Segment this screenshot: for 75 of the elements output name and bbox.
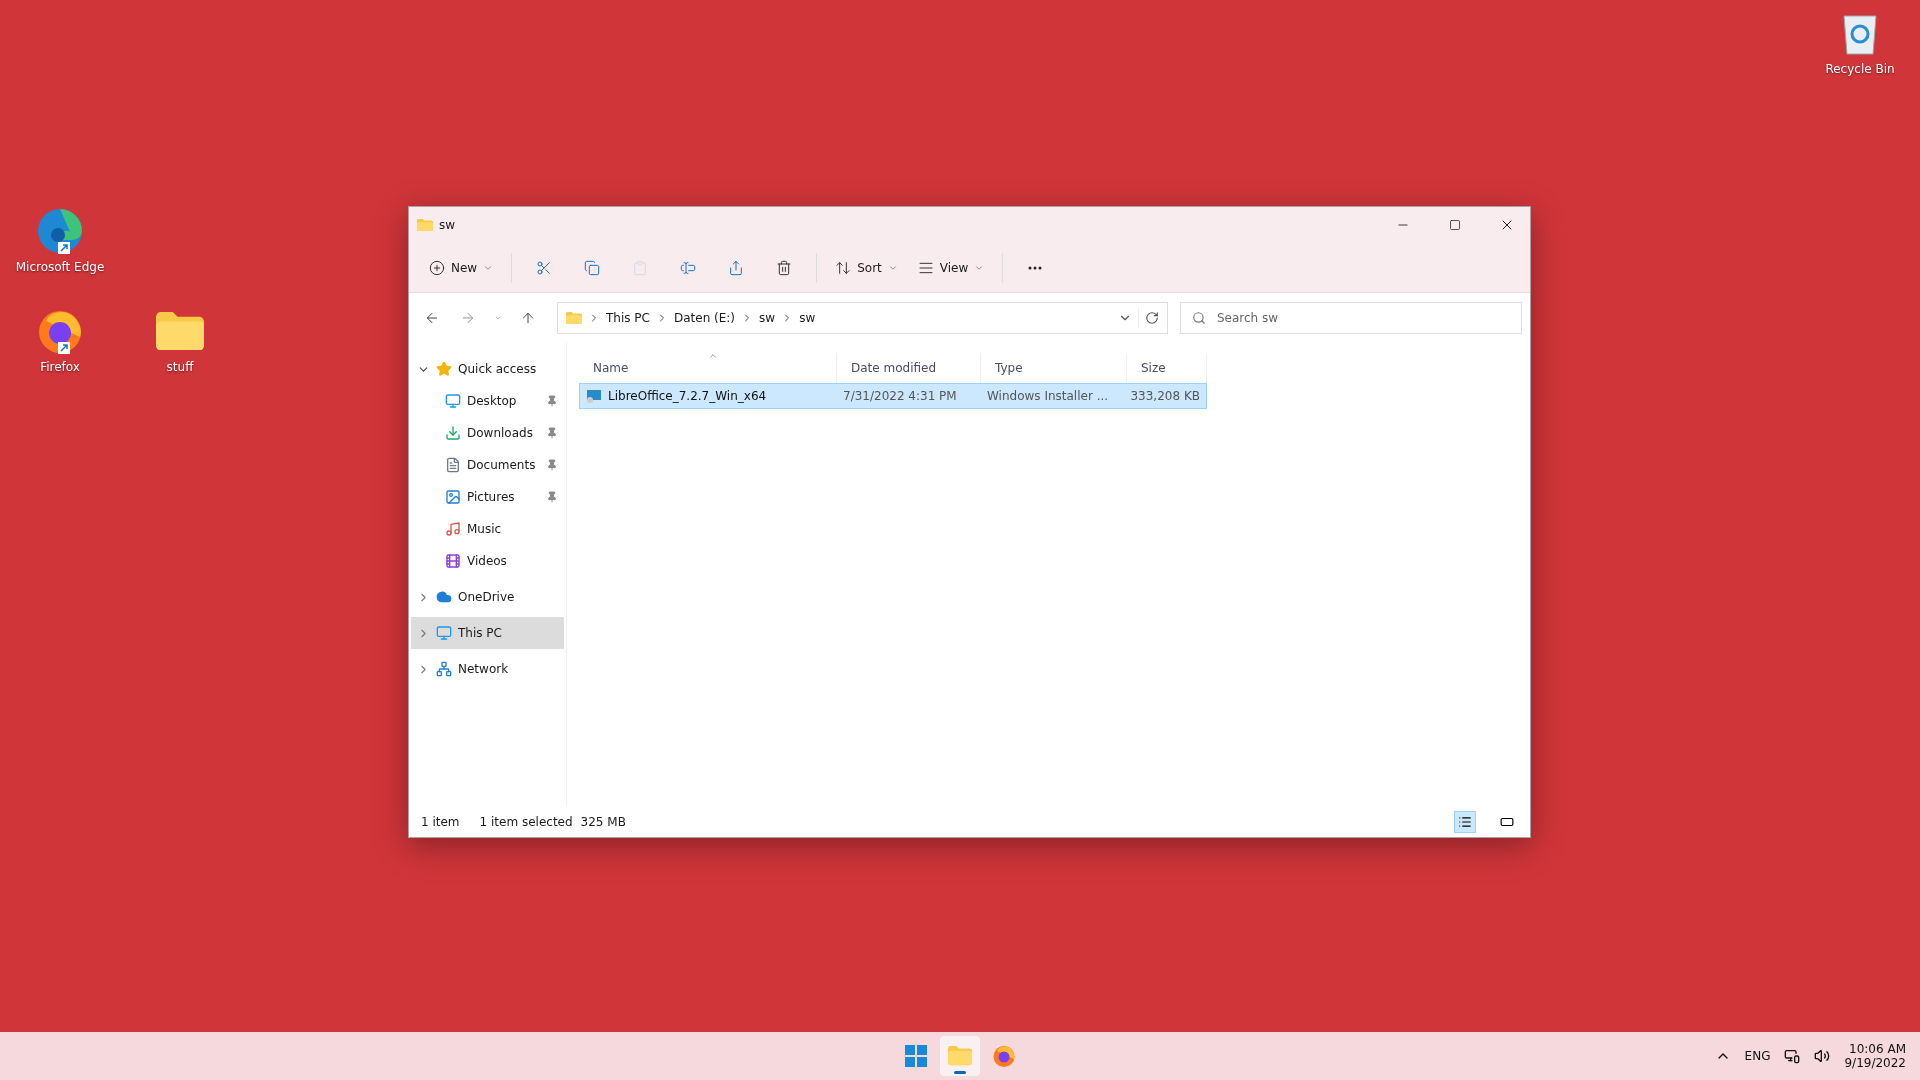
forward-arrow-icon: [460, 310, 476, 326]
firefox-logo-icon: [992, 1044, 1016, 1068]
address-bar[interactable]: This PC Daten (E:) sw sw: [557, 302, 1168, 334]
folder-icon: [566, 311, 582, 325]
table-cell: 333,208 KB: [1127, 383, 1207, 409]
windows-logo-icon: [905, 1045, 927, 1067]
clock[interactable]: 10:06 AM 9/19/2022: [1844, 1042, 1906, 1070]
picture-icon: [445, 489, 461, 505]
network-icon[interactable]: [1784, 1048, 1801, 1064]
up-arrow-icon: [520, 310, 536, 326]
sidebar-item[interactable]: Downloads: [411, 417, 564, 449]
download-icon: [445, 425, 461, 441]
folder-icon: [417, 218, 433, 232]
details-view-button[interactable]: [1454, 811, 1476, 833]
desktop-icon-label: Firefox: [40, 360, 80, 374]
film-icon: [445, 553, 461, 569]
document-icon: [445, 457, 461, 473]
file-name-cell[interactable]: LibreOffice_7.2.7_Win_x64: [579, 383, 837, 409]
rectangle-icon: [1500, 815, 1514, 829]
music-icon: [445, 521, 461, 537]
explorer-taskbar-button[interactable]: [940, 1036, 980, 1076]
refresh-icon[interactable]: [1145, 311, 1159, 325]
search-icon: [1192, 311, 1206, 325]
breadcrumb-item[interactable]: This PC: [606, 311, 650, 325]
sidebar-item[interactable]: Documents: [411, 449, 564, 481]
desktop-icon-label: stuff: [166, 360, 194, 374]
table-cell: 7/31/2022 4:31 PM: [837, 383, 981, 409]
sidebar-item[interactable]: Videos: [411, 545, 564, 577]
language-indicator[interactable]: ENG: [1744, 1049, 1771, 1063]
plus-circle-icon: [429, 259, 445, 276]
desktop-icon: [445, 393, 461, 409]
sidebar-item[interactable]: Music: [411, 513, 564, 545]
sidebar-item[interactable]: Network: [411, 653, 564, 685]
breadcrumb-item[interactable]: sw: [799, 311, 816, 325]
breadcrumb-item[interactable]: Daten (E:): [673, 311, 736, 325]
edge-logo-icon: [36, 207, 84, 255]
desktop-icon-label: Recycle Bin: [1825, 62, 1895, 76]
desktop-icon-label: Microsoft Edge: [15, 260, 105, 274]
star-icon: [436, 361, 452, 377]
share-icon: [728, 259, 745, 276]
installer-icon: [586, 388, 602, 404]
sidebar-item[interactable]: Pictures: [411, 481, 564, 513]
desktop-shortcut[interactable]: Firefox: [12, 306, 108, 374]
more-icon: [1028, 265, 1043, 270]
selection-size: 325 MB: [580, 815, 626, 829]
breadcrumb-item[interactable]: sw: [759, 311, 776, 325]
new-button[interactable]: New: [421, 250, 502, 285]
network-icon: [436, 661, 452, 677]
folder-icon: [948, 1046, 972, 1066]
selection-count: 1 item selected: [479, 815, 573, 829]
desktop-shortcut[interactable]: stuff: [132, 306, 228, 374]
cloud-icon: [436, 589, 452, 605]
sidebar-item[interactable]: OneDrive: [411, 581, 564, 613]
volume-icon[interactable]: [1814, 1048, 1831, 1064]
desktop-shortcut[interactable]: Recycle Bin: [1812, 8, 1908, 76]
view-button[interactable]: View: [909, 250, 993, 285]
desktop-shortcut[interactable]: Microsoft Edge: [12, 206, 108, 274]
maximize-icon: [1449, 219, 1461, 231]
table-cell: Windows Installer ...: [981, 383, 1127, 409]
window-title: sw: [439, 218, 457, 232]
copy-icon: [584, 259, 601, 276]
sidebar-item[interactable]: Quick access: [411, 353, 564, 385]
sort-arrows-icon: [835, 259, 852, 276]
scissors-icon: [536, 259, 553, 276]
search-field[interactable]: Search sw: [1180, 302, 1522, 334]
item-count: 1 item: [421, 815, 460, 829]
folder-icon: [156, 311, 204, 351]
rename-icon: [680, 259, 697, 276]
trash-icon: [776, 259, 793, 276]
sidebar-item[interactable]: Desktop: [411, 385, 564, 417]
sort-button[interactable]: Sort: [827, 250, 906, 285]
list-icon: [1458, 815, 1472, 829]
sidebar-item[interactable]: This PC: [411, 617, 564, 649]
clipboard-icon: [632, 259, 649, 276]
computer-icon: [436, 625, 452, 641]
